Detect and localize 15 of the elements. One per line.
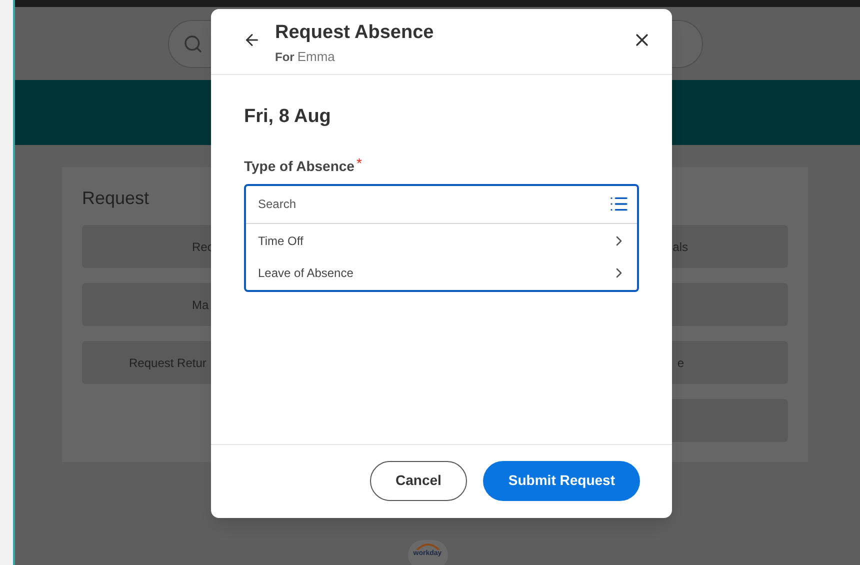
for-name: Emma <box>297 48 335 66</box>
search-icon <box>183 34 203 54</box>
submit-button[interactable]: Submit Request <box>483 460 640 500</box>
cancel-button[interactable]: Cancel <box>370 460 468 500</box>
field-label: Type of Absence <box>244 156 354 176</box>
back-button[interactable] <box>243 31 261 49</box>
for-label: For <box>275 49 294 66</box>
option-item[interactable]: Leave of Absence <box>246 256 637 288</box>
arc-icon <box>414 542 440 550</box>
option-item[interactable]: Time Off <box>246 224 637 256</box>
dialog-title: Request Absence <box>275 21 435 45</box>
panel-title: Request <box>82 188 150 208</box>
date-heading: Fri, 8 Aug <box>244 105 332 129</box>
search-field[interactable]: Search <box>258 195 609 213</box>
required-mark: * <box>356 156 362 170</box>
